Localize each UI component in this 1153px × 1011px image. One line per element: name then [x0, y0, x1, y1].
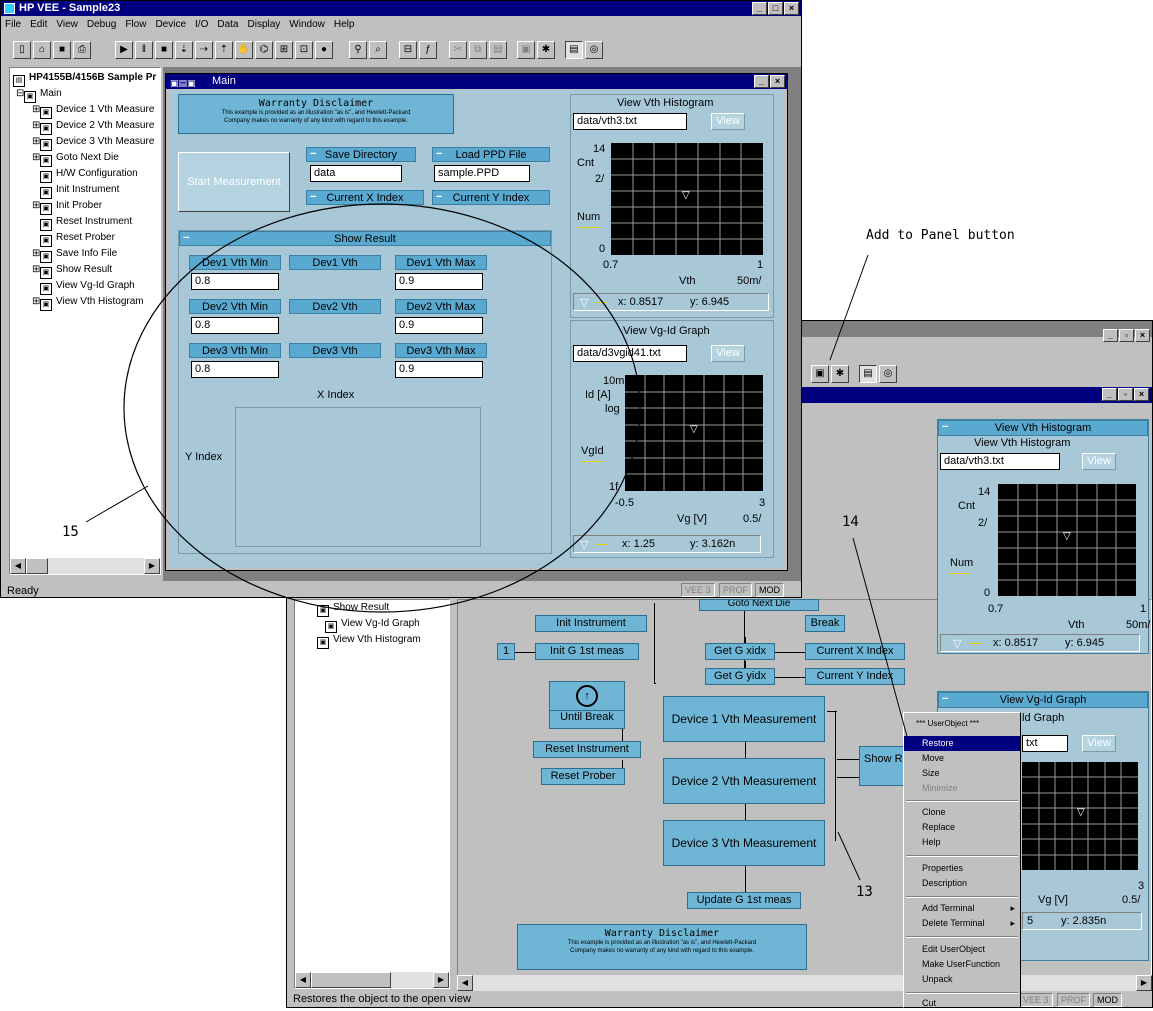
callout-line-15 [85, 485, 149, 523]
callout-label-add-to-panel: Add to Panel button [866, 228, 1015, 243]
callout-label-13: 13 [856, 884, 873, 900]
callout-line-add-to-panel [829, 254, 869, 361]
callout-line-13 [837, 831, 861, 881]
callout-line-14 [852, 537, 909, 741]
callout-label-14: 14 [842, 514, 859, 530]
callout-circle-15 [123, 203, 641, 613]
annotation-overlay [85, 203, 909, 881]
callout-label-15: 15 [62, 524, 79, 540]
